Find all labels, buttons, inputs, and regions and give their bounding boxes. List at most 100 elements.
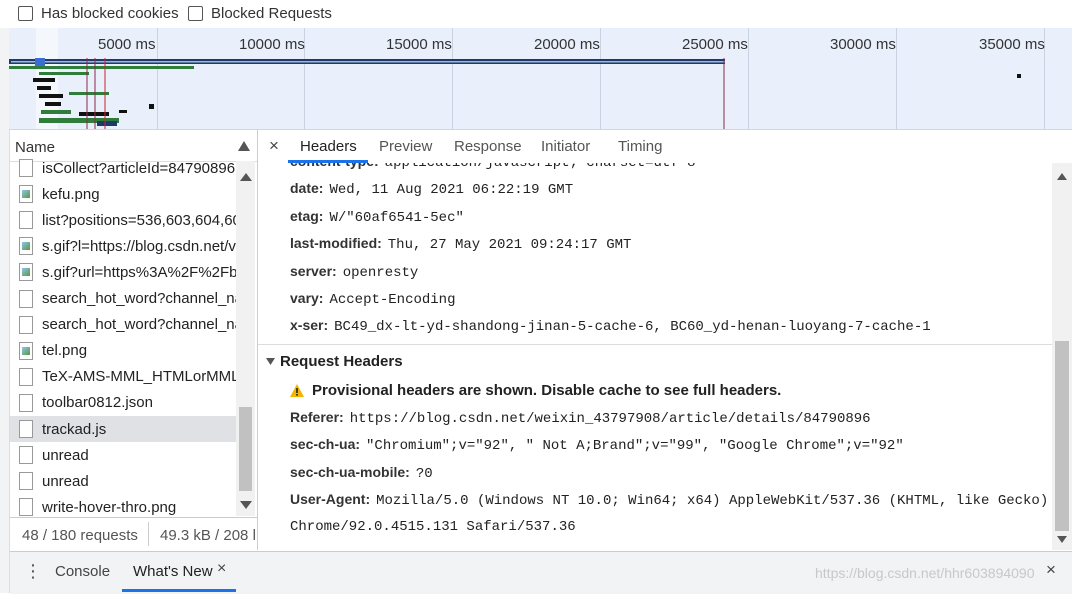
checkbox-icon[interactable]	[18, 6, 33, 21]
warning-icon	[290, 384, 304, 397]
close-icon[interactable]: ×	[217, 560, 226, 578]
request-name: toolbar0812.json	[42, 394, 153, 412]
header-key: sec-ch-ua:	[290, 436, 361, 453]
image-icon	[19, 237, 33, 256]
header-value: "Chromium";v="92", " Not A;Brand";v="99"…	[366, 438, 904, 455]
request-name: search_hot_word?channel_na.	[42, 290, 236, 307]
header-line: vary: Accept-Encoding	[290, 290, 456, 308]
scroll-down-icon[interactable]	[240, 501, 252, 509]
request-row[interactable]: tel.png	[10, 338, 236, 364]
divider	[148, 522, 149, 546]
warning-text: Provisional headers are shown. Disable c…	[312, 382, 782, 399]
document-icon	[19, 289, 33, 308]
request-name: list?positions=536,603,604,60.	[42, 211, 236, 229]
request-row[interactable]: trackad.js	[10, 416, 236, 442]
scroll-thumb[interactable]	[1055, 341, 1069, 531]
close-drawer-icon[interactable]: ×	[1046, 560, 1056, 580]
has-blocked-cookies-checkbox[interactable]: Has blocked cookies	[18, 5, 179, 22]
tab-response[interactable]: Response	[454, 138, 522, 155]
header-line: etag: W/"60af6541-5ec"	[290, 208, 464, 226]
header-line: User-Agent: Mozilla/5.0 (Windows NT 10.0;…	[290, 491, 1048, 509]
watermark: https://blog.csdn.net/hhr603894090	[815, 565, 1035, 581]
scroll-thumb[interactable]	[239, 407, 252, 491]
request-name: unread	[42, 472, 89, 490]
header-value: Thu, 27 May 2021 09:24:17 GMT	[387, 237, 632, 254]
drawer-tab-bar: ⋮ Console What's New × https://blog.csdn…	[10, 551, 1072, 594]
header-key: User-Agent:	[290, 491, 371, 508]
request-name: s.gif?l=https://blog.csdn.net/v	[42, 237, 236, 255]
request-name: TeX-AMS-MML_HTMLorMML_	[42, 368, 236, 386]
scroll-up-icon[interactable]	[240, 173, 252, 181]
header-value: Wed, 11 Aug 2021 06:22:19 GMT	[329, 182, 574, 199]
request-row[interactable]: TeX-AMS-MML_HTMLorMML_	[10, 364, 236, 390]
headers-details: content-type: application/javascript; cha…	[258, 163, 1052, 550]
tab-preview[interactable]: Preview	[379, 138, 432, 155]
filter-bar: Has blocked cookies Blocked Requests	[0, 0, 1072, 29]
header-key: content-type:	[290, 163, 379, 169]
scroll-up-icon[interactable]	[1057, 173, 1067, 180]
header-value: ?0	[415, 465, 433, 482]
request-row[interactable]: s.gif?l=https://blog.csdn.net/v	[10, 233, 236, 259]
provisional-warning: Provisional headers are shown. Disable c…	[290, 382, 781, 399]
request-row[interactable]: list?positions=536,603,604,60.	[10, 207, 236, 233]
request-count: 48 / 180 requests	[22, 527, 138, 544]
document-icon	[19, 446, 33, 465]
network-overview-timeline[interactable]: 5000 ms 10000 ms 15000 ms 20000 ms 25000…	[9, 28, 1072, 130]
tab-console[interactable]: Console	[55, 563, 110, 580]
header-key: date:	[290, 180, 324, 197]
tab-initiator[interactable]: Initiator	[541, 138, 590, 155]
request-row[interactable]: unread	[10, 468, 236, 494]
sort-ascending-icon[interactable]	[238, 141, 250, 151]
request-row[interactable]: toolbar0812.json	[10, 390, 236, 416]
header-line: content-type: application/javascript; cha…	[290, 163, 696, 171]
status-bar: 48 / 180 requests 49.3 kB / 208 l	[10, 517, 257, 551]
request-row[interactable]: isCollect?articleId=84790896	[10, 155, 236, 181]
triangle-down-icon[interactable]	[266, 358, 275, 365]
request-row[interactable]: search_hot_word?channel_na.	[10, 286, 236, 312]
request-name: search_hot_word?channel_na.	[42, 316, 236, 334]
header-value: W/"60af6541-5ec"	[329, 209, 464, 226]
close-icon[interactable]: ×	[269, 136, 279, 156]
request-row[interactable]: unread	[10, 442, 236, 468]
section-divider	[258, 344, 1052, 345]
request-list-scrollbar[interactable]	[236, 161, 255, 516]
scroll-down-icon[interactable]	[1057, 536, 1067, 543]
request-headers-section-toggle[interactable]: Request Headers	[266, 353, 403, 370]
document-icon	[19, 420, 33, 438]
header-line: last-modified: Thu, 27 May 2021 09:24:17 …	[290, 235, 631, 253]
tab-headers[interactable]: Headers	[300, 138, 357, 155]
checkbox-icon[interactable]	[188, 6, 203, 21]
active-tab-indicator	[122, 589, 236, 592]
timeline-bars	[9, 28, 1021, 129]
request-name: trackad.js	[42, 420, 107, 438]
details-tab-bar: × Headers Preview Response Initiator Tim…	[258, 130, 1072, 164]
image-icon	[19, 341, 33, 360]
more-menu-icon[interactable]: ⋮	[24, 561, 42, 582]
document-icon	[19, 211, 33, 230]
section-title: Request Headers	[280, 353, 403, 370]
header-line: server: openresty	[290, 263, 418, 281]
blocked-requests-checkbox[interactable]: Blocked Requests	[188, 5, 332, 22]
request-row[interactable]: kefu.png	[10, 181, 236, 207]
request-row[interactable]: search_hot_word?channel_na.	[10, 312, 236, 338]
document-icon	[19, 315, 33, 334]
tab-whats-new[interactable]: What's New	[133, 563, 213, 580]
tab-timing[interactable]: Timing	[618, 138, 662, 155]
document-icon	[19, 393, 33, 412]
request-row[interactable]: s.gif?url=https%3A%2F%2Fbl.	[10, 259, 236, 285]
header-value: openresty	[342, 264, 419, 281]
checkbox-label: Has blocked cookies	[41, 5, 179, 22]
header-key: Referer:	[290, 409, 344, 425]
details-scrollbar[interactable]	[1052, 163, 1072, 550]
document-icon	[19, 498, 33, 517]
request-name: write-hover-thro.png	[42, 498, 177, 516]
request-name: s.gif?url=https%3A%2F%2Fbl.	[42, 263, 236, 281]
header-value: https://blog.csdn.net/weixin_43797908/ar…	[349, 411, 871, 427]
request-name: unread	[42, 446, 89, 464]
header-line: x-ser: BC49_dx-lt-yd-shandong-jinan-5-cac…	[290, 317, 931, 335]
request-name: kefu.png	[42, 185, 100, 203]
header-value: application/javascript; charset=utf-8	[384, 163, 696, 171]
header-line: date: Wed, 11 Aug 2021 06:22:19 GMT	[290, 180, 573, 198]
header-value: BC49_dx-lt-yd-shandong-jinan-5-cache-6, …	[334, 319, 931, 336]
document-icon	[19, 367, 33, 386]
